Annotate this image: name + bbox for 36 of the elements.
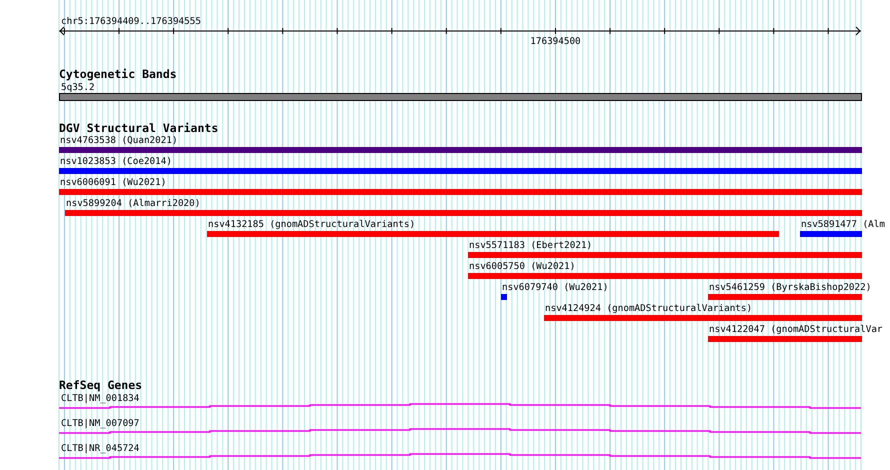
track-title: RefSeq Genes — [59, 378, 142, 392]
variant-bar[interactable] — [65, 210, 862, 216]
variant-label[interactable]: nsv5461259 (ByrskaBishop2022) — [709, 282, 872, 293]
gene-line[interactable] — [59, 453, 861, 459]
variant-label[interactable]: nsv4122047 (gnomADStructuralVar — [709, 324, 883, 335]
variant-bar[interactable] — [501, 294, 507, 300]
variant-bar[interactable] — [708, 336, 862, 342]
gene-line[interactable] — [59, 428, 861, 434]
gene-label[interactable]: CLTB|NM_001834 — [61, 393, 140, 404]
variant-bar[interactable] — [59, 147, 862, 153]
variant-bar[interactable] — [59, 189, 862, 195]
variant-bar[interactable] — [708, 294, 862, 300]
variant-bar[interactable] — [544, 315, 862, 321]
variant-bar[interactable] — [207, 231, 779, 237]
variant-bar[interactable] — [468, 273, 862, 279]
location-label: chr5:176394409..176394555 — [61, 16, 201, 27]
variant-bar[interactable] — [800, 231, 862, 237]
tick-label: 176394500 — [530, 36, 581, 47]
gene-label[interactable]: CLTB|NR_045724 — [61, 443, 140, 454]
gene-label[interactable]: CLTB|NM_007097 — [61, 418, 140, 429]
variant-label[interactable]: nsv6005750 (Wu2021) — [469, 261, 576, 272]
variant-label[interactable]: nsv5899204 (Almarri2020) — [66, 198, 200, 209]
variant-label[interactable]: nsv6006091 (Wu2021) — [60, 177, 166, 188]
variant-label[interactable]: nsv6079740 (Wu2021) — [502, 282, 608, 293]
track-title: Cytogenetic Bands — [59, 67, 177, 81]
variant-label[interactable]: nsv4132185 (gnomADStructuralVariants) — [208, 219, 416, 230]
track-title: DGV Structural Variants — [59, 121, 218, 135]
variant-label[interactable]: nsv5891477 (Alm — [801, 219, 885, 230]
band-label: 5q35.2 — [61, 82, 95, 93]
gene-line[interactable] — [59, 403, 861, 409]
variant-bar[interactable] — [59, 168, 862, 174]
variant-label[interactable]: nsv1023853 (Coe2014) — [60, 156, 172, 167]
variant-bar[interactable] — [468, 252, 862, 258]
variant-label[interactable]: nsv4763538 (Quan2021) — [60, 135, 178, 146]
variant-label[interactable]: nsv5571183 (Ebert2021) — [469, 240, 592, 251]
variant-label[interactable]: nsv4124924 (gnomADStructuralVariants) — [545, 303, 752, 314]
